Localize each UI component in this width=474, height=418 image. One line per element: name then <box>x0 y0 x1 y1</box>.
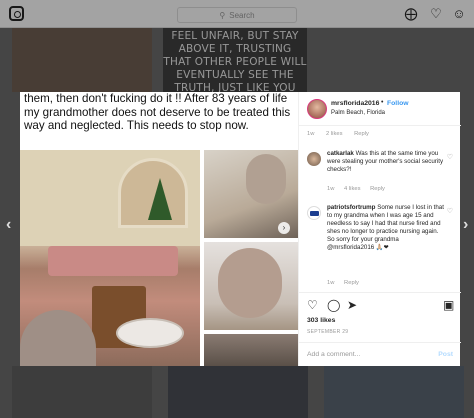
comment-item: patriotsfortrump Some nurse I lost in th… <box>299 204 461 288</box>
prev-post-arrow-icon[interactable]: ‹ <box>6 216 11 234</box>
comment-item: catkarlak Was this at the same time you … <box>299 150 461 196</box>
like-comment-heart-icon[interactable]: ♡ <box>447 207 453 215</box>
avatar[interactable] <box>307 152 321 166</box>
comment-bubble-icon[interactable]: ◯ <box>327 298 340 312</box>
post-header: mrsflorida2016 • Follow Palm Beach, Flor… <box>299 92 461 126</box>
photo-dining-room <box>20 150 200 366</box>
post-image[interactable]: › <box>20 150 298 366</box>
post-modal: them, then don't fucking do it !! After … <box>20 92 461 366</box>
comment-username[interactable]: patriotsfortrump <box>327 204 375 211</box>
caption-time: 1w <box>307 131 315 137</box>
post-actions: ♡ ◯ ➤ ▣ 303 likes SEPTEMBER 29 Add a com… <box>299 292 461 366</box>
post-location[interactable]: Palm Beach, Florida <box>331 110 385 116</box>
bookmark-icon[interactable]: ▣ <box>443 298 454 312</box>
comment-reply-button[interactable]: Reply <box>370 186 385 192</box>
avatar[interactable] <box>307 206 321 220</box>
comment-text: catkarlak Was this at the same time you … <box>327 150 445 174</box>
post-date: SEPTEMBER 29 <box>307 329 349 335</box>
add-comment-input[interactable]: Add a comment... <box>307 351 360 358</box>
post-comment-button[interactable]: Post <box>438 351 453 358</box>
carousel-next-icon[interactable]: › <box>278 222 290 234</box>
caption-likes[interactable]: 2 likes <box>326 131 342 137</box>
comment-reply-button[interactable]: Reply <box>344 280 359 286</box>
comment-body: Some nurse I lost in that to my grandma … <box>327 204 444 251</box>
comment-meta: 1w Reply <box>327 280 367 286</box>
post-username[interactable]: mrsflorida2016 <box>331 100 379 107</box>
comment-text: patriotsfortrump Some nurse I lost in th… <box>327 204 445 252</box>
caption-meta: 1w 2 likes Reply <box>307 131 379 137</box>
like-comment-heart-icon[interactable]: ♡ <box>447 153 453 161</box>
comment-likes[interactable]: 4 likes <box>344 186 360 192</box>
comment-time: 1w <box>327 186 335 192</box>
follow-button[interactable]: Follow <box>387 100 409 107</box>
comment-time: 1w <box>327 280 335 286</box>
photo-woman-closeup <box>204 242 298 330</box>
add-comment-bar: Add a comment... Post <box>299 342 461 367</box>
comment-meta: 1w 4 likes Reply <box>327 186 393 192</box>
share-icon[interactable]: ➤ <box>347 298 357 312</box>
next-post-arrow-icon[interactable]: › <box>463 216 468 234</box>
comments-panel: mrsflorida2016 • Follow Palm Beach, Flor… <box>298 92 461 366</box>
comment-username[interactable]: catkarlak <box>327 150 354 157</box>
post-text: them, then don't fucking do it !! After … <box>20 92 298 150</box>
separator-dot: • <box>381 99 384 106</box>
likes-count[interactable]: 303 likes <box>307 317 335 324</box>
like-heart-icon[interactable]: ♡ <box>307 298 318 312</box>
caption-reply-button[interactable]: Reply <box>354 131 369 137</box>
photo-woman-bottom <box>204 334 298 366</box>
avatar[interactable] <box>307 99 327 119</box>
